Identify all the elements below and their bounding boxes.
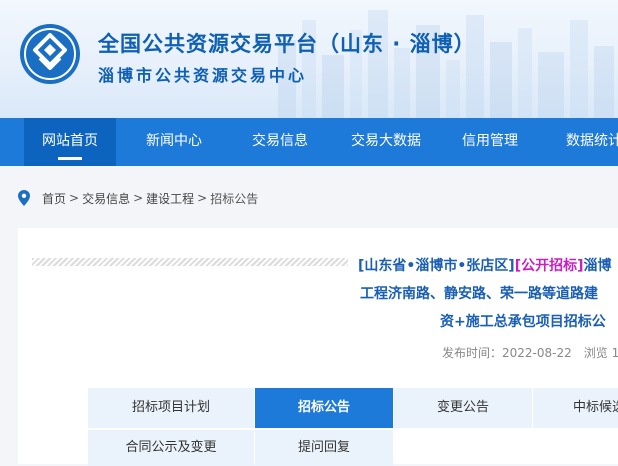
site-header: 全国公共资源交易平台（山东 · 淄博） 淄博市公共资源交易中心 (0, 0, 618, 118)
article-title: [山东省•淄博市•张店区][公开招标]淄博 工程济南路、静安路、荣一路等道路建 … (358, 252, 618, 336)
tab-bid-plan[interactable]: 招标项目计划 (88, 388, 254, 428)
nav-item-statistics[interactable]: 数据统计 (556, 118, 618, 166)
nav-item-news[interactable]: 新闻中心 (132, 118, 216, 166)
breadcrumb-trade-info[interactable]: 交易信息 (82, 190, 130, 207)
breadcrumb: 首页 > 交易信息 > 建设工程 > 招标公告 (18, 188, 258, 208)
breadcrumb-separator: > (133, 191, 144, 205)
location-tag: [山东省•淄博市•张店区] (358, 258, 515, 274)
article-meta: 发布时间：2022-08-22 浏览 10 (442, 344, 618, 361)
publish-label: 发布时间： (442, 346, 503, 360)
city-skyline-decoration (278, 10, 614, 118)
breadcrumb-current: 招标公告 (210, 191, 259, 206)
breadcrumb-home[interactable]: 首页 (42, 190, 66, 207)
tab-change-notice[interactable]: 变更公告 (394, 388, 532, 428)
main-nav: 网站首页 新闻中心 交易信息 交易大数据 信用管理 数据统计 (0, 118, 618, 166)
platform-logo-icon[interactable] (18, 22, 82, 86)
breadcrumb-construction[interactable]: 建设工程 (146, 190, 194, 207)
publish-date: 2022-08-22 (502, 346, 572, 360)
article-title-line1: [山东省•淄博市•张店区][公开招标]淄博 (358, 252, 618, 280)
article-title-line3: 资+施工总承包项目招标公 (440, 314, 606, 330)
procurement-type-tag: [公开招标] (514, 258, 584, 274)
views-count: 浏览 10 (583, 346, 618, 360)
nav-item-big-data[interactable]: 交易大数据 (340, 118, 432, 166)
decorative-divider (32, 258, 348, 266)
location-pin-icon (18, 190, 30, 206)
site-subtitle: 淄博市公共资源交易中心 (98, 66, 308, 85)
tab-bid-notice[interactable]: 招标公告 (255, 388, 393, 428)
site-title: 全国公共资源交易平台（山东 · 淄博） (98, 32, 476, 56)
tab-winning-candidate[interactable]: 中标候选 (533, 388, 618, 428)
tab-qa-reply[interactable]: 提问回复 (255, 430, 393, 466)
article-title-line2: 工程济南路、静安路、荣一路等道路建 (360, 286, 598, 302)
nav-item-credit[interactable]: 信用管理 (448, 118, 532, 166)
nav-item-trade-info[interactable]: 交易信息 (238, 118, 322, 166)
breadcrumb-separator: > (69, 191, 80, 205)
notice-tabs: 招标项目计划 招标公告 变更公告 中标候选 合同公示及变更 提问回复 (88, 388, 618, 466)
title-text-part1: 淄博 (583, 258, 612, 274)
content-panel: [山东省•淄博市•张店区][公开招标]淄博 工程济南路、静安路、荣一路等道路建 … (18, 228, 618, 466)
nav-item-home[interactable]: 网站首页 (24, 118, 116, 166)
breadcrumb-separator: > (197, 191, 208, 205)
tab-contract-changes[interactable]: 合同公示及变更 (88, 430, 254, 466)
